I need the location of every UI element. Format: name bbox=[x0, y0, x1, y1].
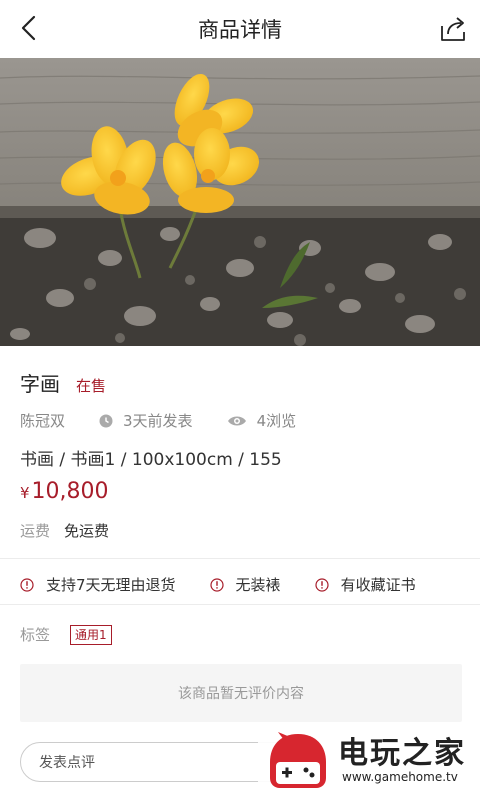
guarantee-item: 有收藏证书 bbox=[314, 574, 416, 595]
shipping-row: 运费 免运费 bbox=[20, 520, 109, 541]
product-image[interactable] bbox=[0, 58, 480, 346]
seller-name[interactable]: 陈冠双 bbox=[20, 410, 65, 431]
tag-chip[interactable]: 通用1 bbox=[70, 624, 112, 645]
status-badge: 在售 bbox=[76, 377, 107, 395]
product-spec: 书画 / 书画1 / 100x100cm / 155 bbox=[20, 450, 282, 470]
eye-icon bbox=[227, 414, 247, 428]
watermark: 电玩之家 www.gamehome.tv bbox=[258, 724, 480, 800]
product-name: 字画 bbox=[20, 372, 60, 396]
divider bbox=[0, 558, 480, 559]
product-photo bbox=[0, 58, 480, 346]
page-title: 商品详情 bbox=[198, 18, 282, 42]
meta-row: 陈冠双 3天前发表 4浏览 bbox=[20, 410, 330, 431]
currency-symbol: ¥ bbox=[20, 484, 30, 502]
share-icon[interactable] bbox=[438, 14, 468, 44]
divider bbox=[0, 604, 480, 605]
info-circle-icon bbox=[314, 577, 329, 592]
watermark-url: www.gamehome.tv bbox=[342, 770, 458, 784]
clock-icon bbox=[99, 414, 113, 428]
watermark-brand: 电玩之家 bbox=[338, 736, 466, 771]
shipping-value: 免运费 bbox=[64, 522, 110, 540]
back-arrow-icon[interactable] bbox=[16, 14, 44, 42]
title-row: 字画 在售 bbox=[20, 368, 106, 397]
info-circle-icon bbox=[20, 577, 34, 592]
empty-reviews: 该商品暂无评价内容 bbox=[20, 664, 462, 722]
price: ¥ 10,800 bbox=[20, 479, 109, 504]
info-circle-icon bbox=[209, 577, 224, 592]
posted-time: 3天前发表 bbox=[99, 410, 193, 431]
guarantee-item: 无装裱 bbox=[209, 574, 281, 595]
guarantee-row: 支持7天无理由退货 无装裱 有收藏证书 bbox=[20, 574, 450, 595]
price-value: 10,800 bbox=[31, 479, 109, 504]
tags-label: 标签 bbox=[20, 626, 51, 644]
view-count: 4浏览 bbox=[227, 410, 296, 431]
guarantee-item: 支持7天无理由退货 bbox=[20, 574, 176, 595]
shipping-label: 运费 bbox=[20, 522, 51, 540]
tags-row: 标签 通用1 bbox=[20, 624, 112, 645]
gamepad-logo-icon bbox=[270, 732, 326, 788]
top-nav-bar: 商品详情 bbox=[0, 0, 480, 58]
